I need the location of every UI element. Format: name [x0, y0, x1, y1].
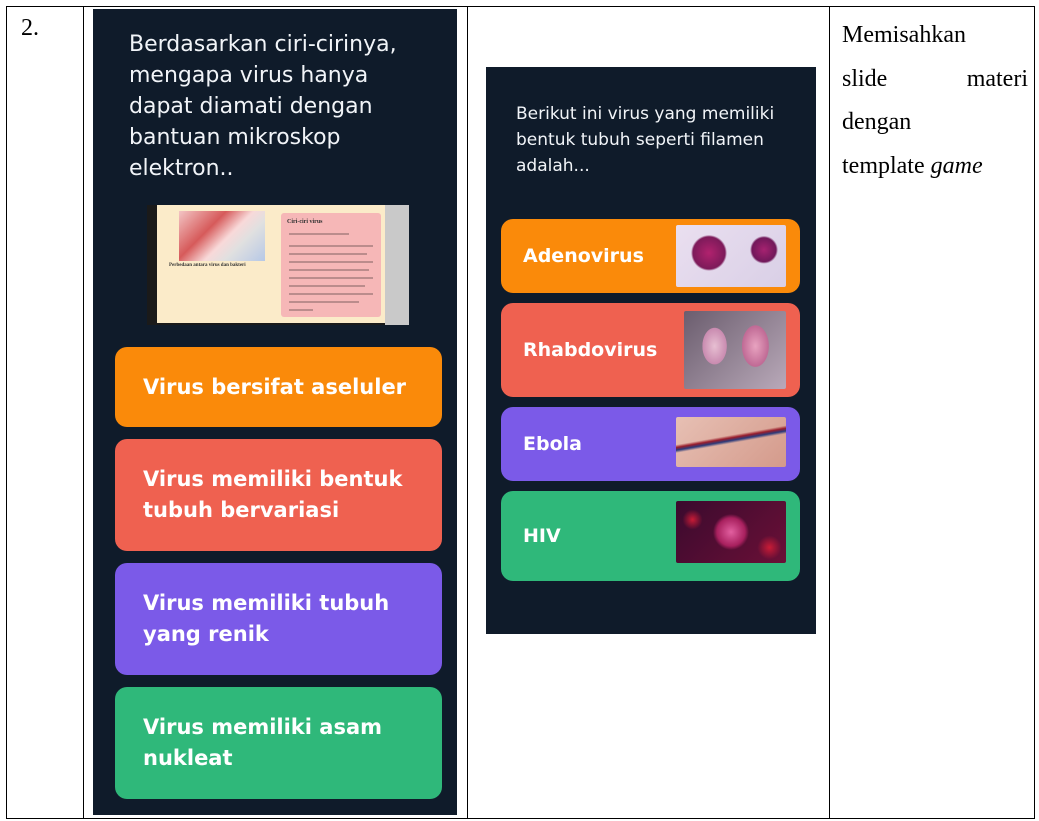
rhabdovirus-image	[684, 311, 786, 389]
slide-text-box: Ciri-ciri virus	[281, 213, 381, 317]
ebola-image	[676, 417, 786, 467]
description-text: Memisahkan slide materi dengan template g…	[842, 22, 1028, 179]
blood-cell-illustration	[179, 211, 265, 261]
option-aseluler-button[interactable]: Virus bersifat aseluler	[115, 347, 442, 427]
material-slide-image: Perbedaan antara virus dan bakteri Ciri-…	[147, 205, 409, 325]
description-cell: Memisahkan slide materi dengan template g…	[829, 6, 1035, 819]
right-slide-cell: Berikut ini virus yang memiliki bentuk t…	[467, 6, 829, 819]
right-quiz-screen: Berikut ini virus yang memiliki bentuk t…	[486, 67, 816, 634]
slide-caption: Perbedaan antara virus dan bakteri	[169, 263, 246, 268]
left-question-text: Berdasarkan ciri-cirinya, mengapa virus …	[129, 32, 397, 181]
left-slide-cell: Berdasarkan ciri-cirinya, mengapa virus …	[83, 6, 467, 819]
option-rhabdovirus-button[interactable]: Rhabdovirus	[501, 303, 800, 397]
option-adenovirus-button[interactable]: Adenovirus	[501, 219, 800, 293]
option-tubuh-renik-button[interactable]: Virus memiliki tubuh yang renik	[115, 563, 442, 675]
option-hiv-button[interactable]: HIV	[501, 491, 800, 581]
slide-box-title: Ciri-ciri virus	[287, 219, 323, 225]
option-asam-nukleat-button[interactable]: Virus memiliki asam nukleat	[115, 687, 442, 799]
row-number: 2.	[21, 15, 39, 41]
document-table: 2. Berdasarkan ciri-cirinya, mengapa vir…	[6, 6, 1035, 819]
option-bentuk-bervariasi-button[interactable]: Virus memiliki bentuk tubuh bervariasi	[115, 439, 442, 551]
left-quiz-screen: Berdasarkan ciri-cirinya, mengapa virus …	[93, 9, 457, 815]
option-ebola-button[interactable]: Ebola	[501, 407, 800, 481]
hiv-image	[676, 501, 786, 563]
right-question-text: Berikut ini virus yang memiliki bentuk t…	[516, 104, 775, 176]
number-cell: 2.	[6, 6, 77, 819]
adenovirus-image	[676, 225, 786, 287]
